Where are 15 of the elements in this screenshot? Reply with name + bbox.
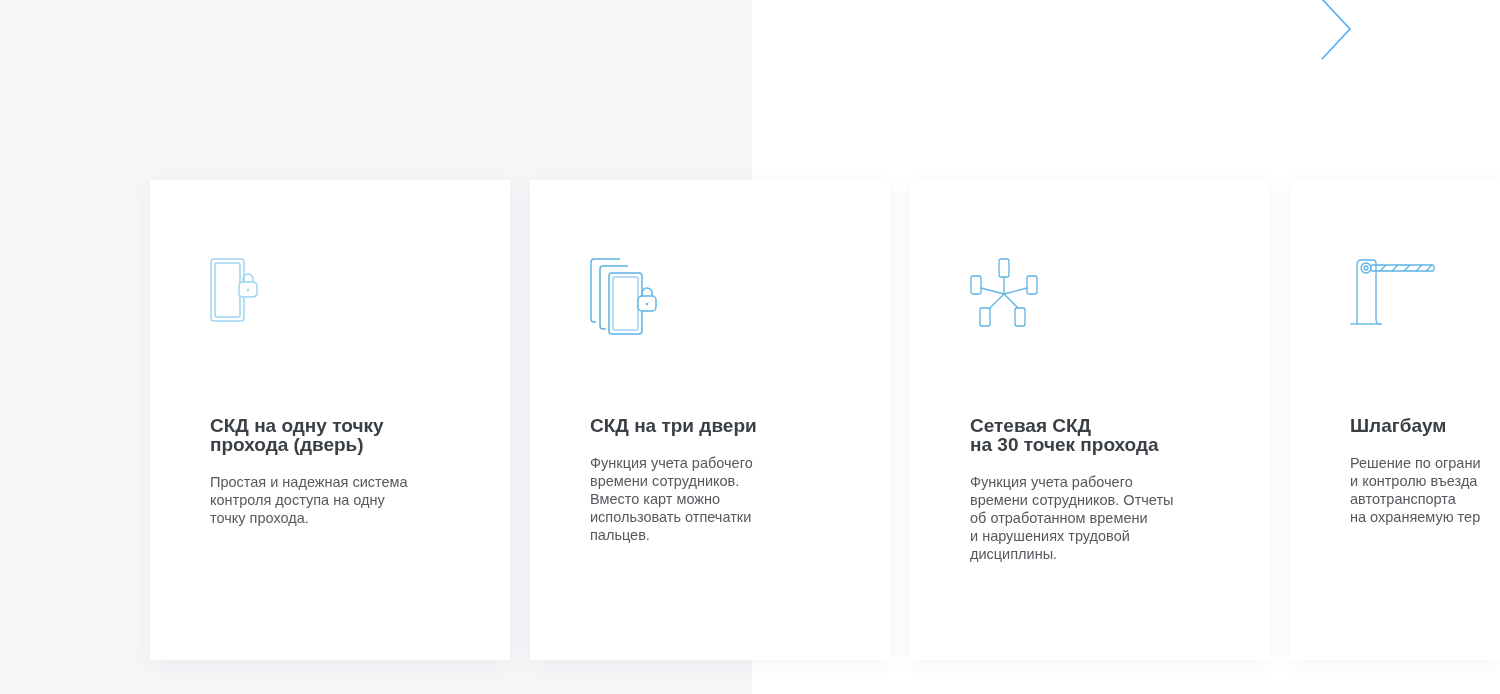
- service-card[interactable]: СКД на три двери Функция учета рабочего времени сотрудников. Вместо карт можно использовать отпечатки пальцев.: [530, 180, 890, 660]
- card-description: Решение по ограни и контролю въезда автотранспорта на охраняемую тер: [1350, 454, 1482, 526]
- card-title: СКД на одну точку прохода (дверь): [210, 416, 385, 454]
- barrier-icon: [1350, 258, 1436, 326]
- card-title: СКД на три двери: [590, 416, 758, 435]
- card-description: Функция учета рабочего времени сотрудников. Отчеты об отработанном времени и нарушениях трудовой дисциплины.: [970, 473, 1175, 563]
- service-card[interactable]: Сетевая СКД на 30 точек прохода Функция учета рабочего времени сотрудников. Отчеты об отработанном времени и нарушениях трудовой дисциплины.: [910, 180, 1270, 660]
- card-title: Шлагбаум: [1350, 416, 1448, 435]
- card-description: Функция учета рабочего времени сотрудников. Вместо карт можно использовать отпечатки пальцев.: [590, 454, 754, 544]
- next-button[interactable]: [1320, 0, 1352, 60]
- service-card[interactable]: СКД на одну точку прохода (дверь) Простая и надежная система контроля доступа на одну точку прохода.: [150, 180, 510, 660]
- network-icon: [970, 258, 1038, 330]
- service-card[interactable]: Шлагбаум Решение по ограни и контролю въезда автотранспорта на охраняемую тер: [1290, 180, 1500, 660]
- card-title: Сетевая СКД на 30 точек прохода: [970, 416, 1160, 454]
- card-description: Простая и надежная система контроля доступа на одну точку прохода.: [210, 473, 409, 527]
